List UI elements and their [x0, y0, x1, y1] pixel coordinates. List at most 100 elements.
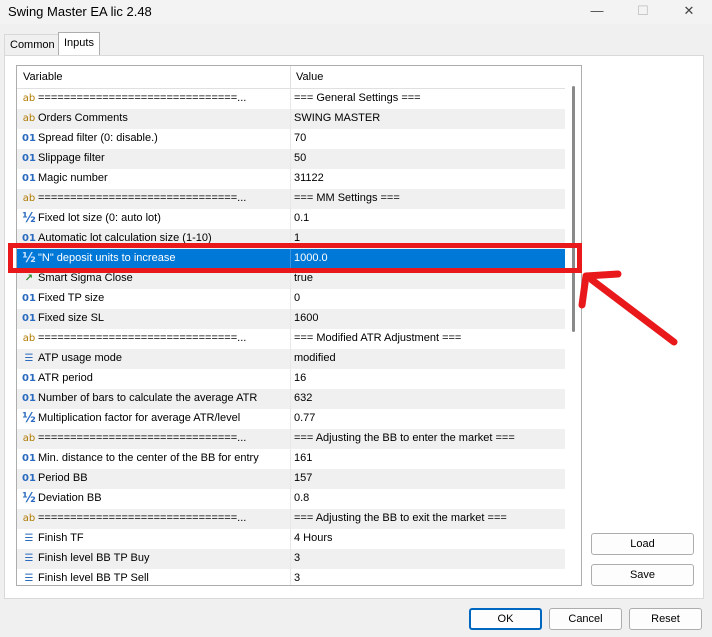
- grid-row[interactable]: ab ===============================... === …: [17, 509, 565, 529]
- ok-button[interactable]: OK: [469, 608, 542, 630]
- grid-row[interactable]: ab ===============================... === …: [17, 89, 565, 109]
- string-type-icon: ab: [22, 193, 36, 204]
- grid-row[interactable]: 01 Slippage filter 50: [17, 149, 565, 169]
- grid-row[interactable]: ½ Fixed lot size (0: auto lot) 0.1: [17, 209, 565, 229]
- grid-row[interactable]: ☰ Finish level BB TP Sell 3: [17, 569, 565, 585]
- variable-name: Finish TF: [38, 532, 84, 544]
- cell-divider: [290, 149, 291, 169]
- variable-value[interactable]: === MM Settings ===: [294, 192, 400, 204]
- variable-value[interactable]: 632: [294, 392, 312, 404]
- variable-name: Number of bars to calculate the average …: [38, 392, 258, 404]
- grid-row[interactable]: ab ===============================... === …: [17, 189, 565, 209]
- inputs-grid: Variable Value ab =======================…: [16, 65, 582, 586]
- variable-name: Multiplication factor for average ATR/le…: [38, 412, 241, 424]
- minimize-button[interactable]: —: [574, 0, 620, 24]
- close-button[interactable]: ✕: [666, 0, 712, 24]
- variable-value[interactable]: 31122: [294, 172, 324, 184]
- tab-common[interactable]: Common: [4, 34, 61, 55]
- grid-row[interactable]: 01 Fixed size SL 1600: [17, 309, 565, 329]
- variable-value[interactable]: 0.1: [294, 212, 309, 224]
- enum-type-icon: ☰: [24, 553, 34, 564]
- integer-type-icon: 01: [22, 173, 36, 184]
- grid-row[interactable]: 01 Min. distance to the center of the BB …: [17, 449, 565, 469]
- variable-name: Smart Sigma Close: [38, 272, 133, 284]
- cancel-button[interactable]: Cancel: [549, 608, 622, 630]
- column-header-value[interactable]: Value: [296, 71, 323, 83]
- cell-divider: [290, 289, 291, 309]
- string-type-icon: ab: [22, 513, 36, 524]
- variable-value[interactable]: 0: [294, 292, 300, 304]
- cell-divider: [290, 309, 291, 329]
- grid-row[interactable]: ab Orders Comments SWING MASTER: [17, 109, 565, 129]
- grid-row[interactable]: 01 Magic number 31122: [17, 169, 565, 189]
- cell-divider: [290, 89, 291, 109]
- grid-row[interactable]: 01 ATR period 16: [17, 369, 565, 389]
- double-type-icon: ½: [22, 491, 36, 506]
- variable-value[interactable]: === Modified ATR Adjustment ===: [294, 332, 461, 344]
- string-type-icon: ab: [22, 333, 36, 344]
- vertical-scrollbar[interactable]: [566, 66, 581, 585]
- grid-row[interactable]: ☰ ATP usage mode modified: [17, 349, 565, 369]
- variable-name: Fixed lot size (0: auto lot): [38, 212, 161, 224]
- variable-name: Slippage filter: [38, 152, 105, 164]
- cell-divider: [290, 169, 291, 189]
- grid-row[interactable]: ☰ Finish TF 4 Hours: [17, 529, 565, 549]
- tab-inputs[interactable]: Inputs: [58, 32, 100, 55]
- cell-divider: [290, 109, 291, 129]
- variable-value[interactable]: 70: [294, 132, 306, 144]
- variable-value[interactable]: 4 Hours: [294, 532, 333, 544]
- grid-row[interactable]: 01 Number of bars to calculate the averag…: [17, 389, 565, 409]
- variable-name: Finish level BB TP Sell: [38, 572, 149, 584]
- enum-type-icon: ☰: [24, 353, 34, 364]
- variable-name: ===============================...: [38, 192, 247, 204]
- variable-value[interactable]: === Adjusting the BB to enter the market…: [294, 432, 515, 444]
- load-button[interactable]: Load: [591, 533, 694, 555]
- maximize-button[interactable]: ☐: [620, 0, 666, 24]
- grid-row[interactable]: ½ Multiplication factor for average ATR/l…: [17, 409, 565, 429]
- grid-row[interactable]: ab ===============================... === …: [17, 429, 565, 449]
- variable-name: Orders Comments: [38, 112, 128, 124]
- grid-row[interactable]: ½ Deviation BB 0.8: [17, 489, 565, 509]
- string-type-icon: ab: [22, 113, 36, 124]
- grid-row[interactable]: ☰ Finish level BB TP Buy 3: [17, 549, 565, 569]
- grid-row[interactable]: 01 Fixed TP size 0: [17, 289, 565, 309]
- cell-divider: [290, 409, 291, 429]
- variable-value[interactable]: 0.77: [294, 412, 315, 424]
- variable-value[interactable]: true: [294, 272, 313, 284]
- scrollbar-thumb[interactable]: [572, 86, 575, 332]
- enum-type-icon: ☰: [24, 573, 34, 584]
- reset-button[interactable]: Reset: [629, 608, 702, 630]
- cell-divider: [290, 389, 291, 409]
- cell-divider: [290, 189, 291, 209]
- integer-type-icon: 01: [22, 313, 36, 324]
- variable-name: Period BB: [38, 472, 88, 484]
- variable-value[interactable]: 157: [294, 472, 312, 484]
- variable-name: Deviation BB: [38, 492, 102, 504]
- grid-row[interactable]: ab ===============================... === …: [17, 329, 565, 349]
- cell-divider: [290, 209, 291, 229]
- variable-value[interactable]: 3: [294, 552, 300, 564]
- variable-value[interactable]: modified: [294, 352, 336, 364]
- variable-value[interactable]: 0.8: [294, 492, 309, 504]
- variable-value[interactable]: 50: [294, 152, 306, 164]
- grid-row[interactable]: 01 Period BB 157: [17, 469, 565, 489]
- cell-divider: [290, 489, 291, 509]
- cell-divider: [290, 569, 291, 585]
- cell-divider: [290, 349, 291, 369]
- variable-name: Finish level BB TP Buy: [38, 552, 150, 564]
- integer-type-icon: 01: [22, 133, 36, 144]
- grid-row[interactable]: 01 Spread filter (0: disable.) 70: [17, 129, 565, 149]
- save-button[interactable]: Save: [591, 564, 694, 586]
- variable-value[interactable]: === General Settings ===: [294, 92, 421, 104]
- variable-name: ===============================...: [38, 432, 247, 444]
- variable-value[interactable]: 161: [294, 452, 312, 464]
- cell-divider: [290, 129, 291, 149]
- cell-divider: [290, 429, 291, 449]
- variable-value[interactable]: === Adjusting the BB to exit the market …: [294, 512, 507, 524]
- variable-value[interactable]: 1600: [294, 312, 318, 324]
- variable-value[interactable]: SWING MASTER: [294, 112, 380, 124]
- column-divider[interactable]: [290, 66, 291, 88]
- column-header-variable[interactable]: Variable: [23, 71, 63, 83]
- variable-value[interactable]: 3: [294, 572, 300, 584]
- variable-value[interactable]: 16: [294, 372, 306, 384]
